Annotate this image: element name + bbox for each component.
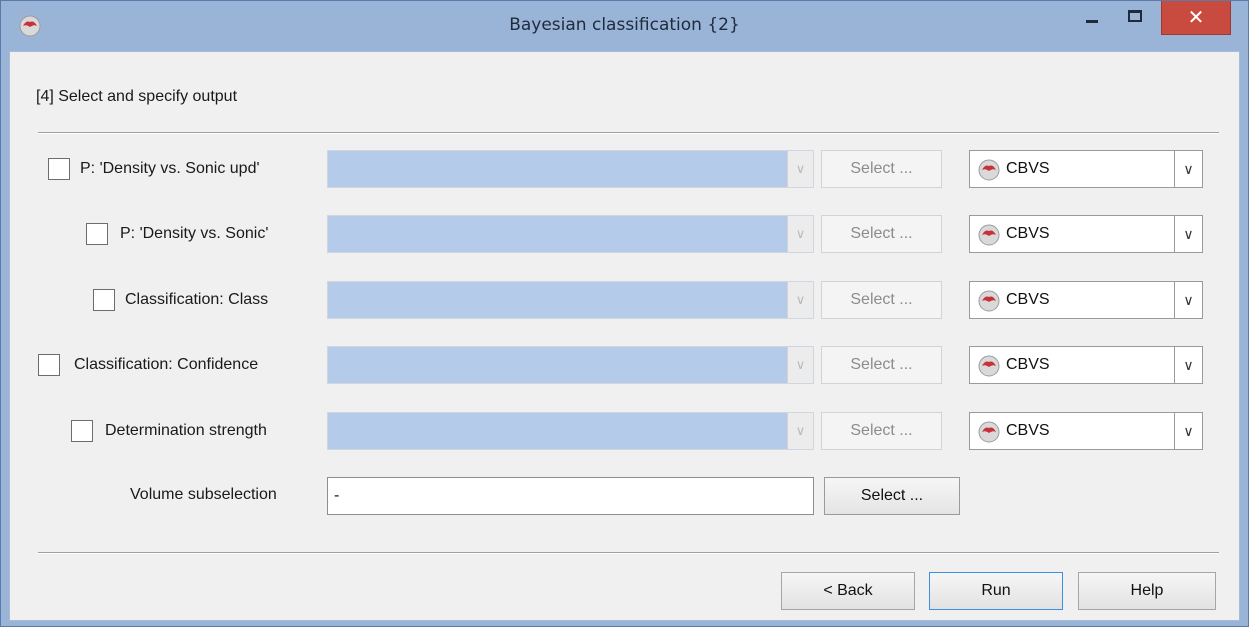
output-label: P: 'Density vs. Sonic upd' — [80, 160, 260, 177]
help-button[interactable]: Help — [1078, 572, 1216, 610]
survey-dropdown[interactable]: CBVS ∨ — [969, 150, 1203, 188]
output-checkbox[interactable] — [38, 354, 60, 376]
select-button[interactable]: Select ... — [821, 412, 942, 450]
chevron-down-icon: ∨ — [787, 282, 813, 318]
window-title: Bayesian classification {2} — [509, 15, 740, 35]
chevron-down-icon[interactable]: ∨ — [1174, 216, 1202, 252]
output-label: Classification: Confidence — [74, 356, 259, 373]
select-button[interactable]: Select ... — [821, 281, 942, 319]
survey-dropdown[interactable]: CBVS ∨ — [969, 346, 1203, 384]
survey-icon — [978, 421, 1000, 443]
back-button[interactable]: < Back — [781, 572, 915, 610]
volume-select-button[interactable]: Select ... — [824, 477, 960, 515]
survey-icon — [978, 224, 1000, 246]
output-row: Classification: Confidence ∨ Select ... … — [10, 346, 1241, 386]
output-label: P: 'Density vs. Sonic' — [120, 225, 269, 242]
output-row: Determination strength ∨ Select ... CBVS… — [10, 412, 1241, 452]
minimize-icon — [1086, 20, 1098, 23]
minimize-button[interactable] — [1073, 1, 1113, 35]
chevron-down-icon: ∨ — [787, 413, 813, 449]
output-checkbox[interactable] — [93, 289, 115, 311]
chevron-down-icon[interactable]: ∨ — [1174, 151, 1202, 187]
dialog-body: [4] Select and specify output P: 'Densit… — [9, 51, 1240, 621]
survey-name: CBVS — [1006, 422, 1050, 439]
chevron-down-icon: ∨ — [787, 347, 813, 383]
close-icon: ✕ — [1187, 5, 1205, 29]
dialog-window: Bayesian classification {2} ✕ [4] Select… — [0, 0, 1249, 627]
chevron-down-icon[interactable]: ∨ — [1174, 413, 1202, 449]
step-label: [4] Select and specify output — [36, 88, 238, 105]
bottom-separator — [38, 552, 1219, 554]
output-name-combo[interactable]: ∨ — [327, 215, 814, 253]
survey-name: CBVS — [1006, 356, 1050, 373]
survey-name: CBVS — [1006, 291, 1050, 308]
chevron-down-icon[interactable]: ∨ — [1174, 282, 1202, 318]
volume-subselection-label: Volume subselection — [130, 486, 277, 503]
survey-dropdown[interactable]: CBVS ∨ — [969, 412, 1203, 450]
close-button[interactable]: ✕ — [1161, 1, 1231, 35]
output-name-combo[interactable]: ∨ — [327, 150, 814, 188]
output-name-combo[interactable]: ∨ — [327, 346, 814, 384]
maximize-icon — [1128, 10, 1142, 22]
select-button[interactable]: Select ... — [821, 215, 942, 253]
output-row: Classification: Class ∨ Select ... CBVS … — [10, 281, 1241, 321]
survey-dropdown[interactable]: CBVS ∨ — [969, 281, 1203, 319]
output-row: P: 'Density vs. Sonic' ∨ Select ... CBVS… — [10, 215, 1241, 255]
survey-name: CBVS — [1006, 225, 1050, 242]
output-checkbox[interactable] — [48, 158, 70, 180]
survey-icon — [978, 159, 1000, 181]
output-row: P: 'Density vs. Sonic upd' ∨ Select ... … — [10, 150, 1241, 190]
chevron-down-icon: ∨ — [787, 151, 813, 187]
volume-subselection-field[interactable]: - — [327, 477, 814, 515]
select-button[interactable]: Select ... — [821, 346, 942, 384]
chevron-down-icon: ∨ — [787, 216, 813, 252]
select-button[interactable]: Select ... — [821, 150, 942, 188]
survey-name: CBVS — [1006, 160, 1050, 177]
title-bar[interactable]: Bayesian classification {2} ✕ — [1, 1, 1248, 51]
output-label: Classification: Class — [125, 291, 269, 308]
survey-dropdown[interactable]: CBVS ∨ — [969, 215, 1203, 253]
output-label: Determination strength — [105, 422, 267, 439]
top-separator — [38, 132, 1219, 134]
chevron-down-icon[interactable]: ∨ — [1174, 347, 1202, 383]
run-button[interactable]: Run — [929, 572, 1063, 610]
output-name-combo[interactable]: ∨ — [327, 281, 814, 319]
maximize-button[interactable] — [1116, 1, 1156, 35]
output-name-combo[interactable]: ∨ — [327, 412, 814, 450]
output-checkbox[interactable] — [86, 223, 108, 245]
output-checkbox[interactable] — [71, 420, 93, 442]
survey-icon — [978, 355, 1000, 377]
survey-icon — [978, 290, 1000, 312]
